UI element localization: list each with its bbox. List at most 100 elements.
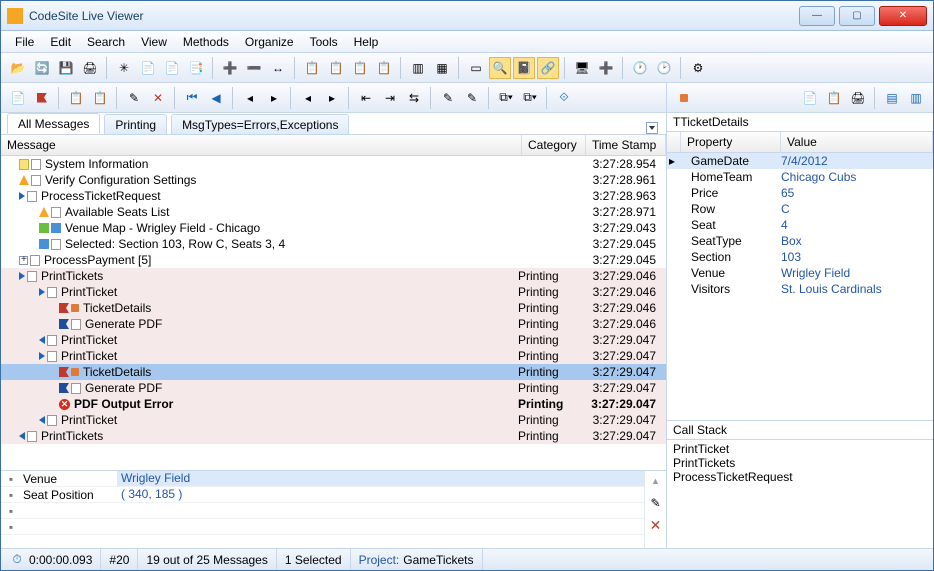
tree-icon-3[interactable]: ⇆ [403, 87, 425, 109]
tab-1[interactable]: Printing [104, 114, 167, 134]
monitor-icon[interactable]: 🖥 [571, 57, 593, 79]
menu-item-organize[interactable]: Organize [237, 33, 302, 51]
col-header-property[interactable]: Property [681, 132, 781, 152]
property-row[interactable]: ▸GameDate7/4/2012 [667, 153, 933, 169]
nav-icon-2[interactable]: ▸ [263, 87, 285, 109]
link-icon[interactable]: 🔗 [537, 57, 559, 79]
property-row[interactable]: HomeTeamChicago Cubs [667, 169, 933, 185]
message-row[interactable]: Generate PDFPrinting3:27:29.046 [1, 316, 666, 332]
open-icon[interactable]: 📂 [7, 57, 29, 79]
property-row[interactable]: VenueWrigley Field [667, 265, 933, 281]
callstack-item[interactable]: ProcessTicketRequest [673, 470, 927, 484]
copy-icon[interactable]: 📋 [65, 87, 87, 109]
message-row[interactable]: ProcessTicketRequest3:27:28.963 [1, 188, 666, 204]
col-header-message[interactable]: Message [1, 135, 522, 155]
maximize-button[interactable]: ▢ [839, 6, 875, 26]
copy-all-icon[interactable]: 📋 [89, 87, 111, 109]
message-row[interactable]: PrintTicketsPrinting3:27:29.046 [1, 268, 666, 284]
minimize-button[interactable]: — [799, 6, 835, 26]
col-header-value[interactable]: Value [781, 132, 933, 152]
message-row[interactable]: Available Seats List3:27:28.971 [1, 204, 666, 220]
tree-icon-2[interactable]: ⇥ [379, 87, 401, 109]
grid-value[interactable]: ( 340, 185 ) [117, 487, 644, 503]
mark-icon-2[interactable]: ✎ [461, 87, 483, 109]
tool-icon-2[interactable]: 📄 [137, 57, 159, 79]
callstack-body[interactable]: PrintTicketPrintTicketsProcessTicketRequ… [667, 440, 933, 548]
tool-icon-9[interactable]: 📋 [325, 57, 347, 79]
message-row[interactable]: PrintTicketsPrinting3:27:29.047 [1, 428, 666, 444]
details-print-icon[interactable]: 🖨 [847, 87, 869, 109]
message-row[interactable]: Verify Configuration Settings3:27:28.961 [1, 172, 666, 188]
tool-icon-4[interactable]: 📑 [185, 57, 207, 79]
menu-item-view[interactable]: View [133, 33, 175, 51]
tool-icon-7[interactable]: ↔ [267, 57, 289, 79]
tool-icon-6[interactable]: ➖ [243, 57, 265, 79]
tool-icon-1[interactable]: ✳ [113, 57, 135, 79]
property-row[interactable]: Seat4 [667, 217, 933, 233]
filter-icon-1[interactable]: ⧉▾ [495, 87, 517, 109]
message-row[interactable]: PDF Output ErrorPrinting3:27:29.047 [1, 396, 666, 412]
prev-icon[interactable]: ◀ [205, 87, 227, 109]
new-tab-icon[interactable]: 📄 [7, 87, 29, 109]
property-list[interactable]: ▸GameDate7/4/2012HomeTeamChicago CubsPri… [667, 153, 933, 420]
message-row[interactable]: PrintTicketPrinting3:27:29.046 [1, 284, 666, 300]
inspector-edit-icon[interactable]: ✎ [648, 495, 664, 511]
mark-icon-1[interactable]: ✎ [437, 87, 459, 109]
scroll-up-icon[interactable]: ▲ [648, 473, 664, 489]
tab-0[interactable]: All Messages [7, 113, 100, 134]
message-row[interactable]: PrintTicketPrinting3:27:29.047 [1, 332, 666, 348]
message-list[interactable]: System Information3:27:28.954Verify Conf… [1, 156, 666, 470]
menu-item-search[interactable]: Search [79, 33, 133, 51]
grid-value[interactable]: Wrigley Field [117, 471, 644, 487]
tree-icon-1[interactable]: ⇤ [355, 87, 377, 109]
refresh-icon[interactable]: 🔄 [31, 57, 53, 79]
property-row[interactable]: SeatTypeBox [667, 233, 933, 249]
time-icon-1[interactable]: 🕐 [629, 57, 651, 79]
menu-item-help[interactable]: Help [346, 33, 387, 51]
menu-item-methods[interactable]: Methods [175, 33, 237, 51]
details-layout2-icon[interactable]: ▥ [905, 87, 927, 109]
tool-icon-5[interactable]: ➕ [219, 57, 241, 79]
menu-item-file[interactable]: File [7, 33, 42, 51]
tool-icon-3[interactable]: 📄 [161, 57, 183, 79]
message-row[interactable]: Venue Map - Wrigley Field - Chicago3:27:… [1, 220, 666, 236]
nav-icon-4[interactable]: ▸ [321, 87, 343, 109]
property-row[interactable]: VisitorsSt. Louis Cardinals [667, 281, 933, 297]
grid-icon[interactable]: ▦ [431, 57, 453, 79]
nav-icon-1[interactable]: ◂ [239, 87, 261, 109]
message-row[interactable]: System Information3:27:28.954 [1, 156, 666, 172]
red-flag-icon[interactable] [31, 87, 53, 109]
panel-icon[interactable]: ▭ [465, 57, 487, 79]
details-copy-icon[interactable]: 📄 [799, 87, 821, 109]
message-row[interactable]: PrintTicketPrinting3:27:29.047 [1, 412, 666, 428]
callstack-item[interactable]: PrintTicket [673, 442, 927, 456]
columns-icon[interactable]: ▥ [407, 57, 429, 79]
delete-icon[interactable]: ✕ [147, 87, 169, 109]
tab-2[interactable]: MsgTypes=Errors,Exceptions [171, 114, 349, 134]
tool-icon-8[interactable]: 📋 [301, 57, 323, 79]
code-icon[interactable]: ⟐ [553, 87, 575, 109]
filter-icon-2[interactable]: ⧉▾ [519, 87, 541, 109]
col-header-timestamp[interactable]: Time Stamp [586, 135, 666, 155]
time-icon-2[interactable]: 🕑 [653, 57, 675, 79]
nav-icon-3[interactable]: ◂ [297, 87, 319, 109]
edit-icon[interactable]: ✎ [123, 87, 145, 109]
message-row[interactable]: Selected: Section 103, Row C, Seats 3, 4… [1, 236, 666, 252]
details-pin-icon[interactable] [673, 87, 695, 109]
menu-item-edit[interactable]: Edit [42, 33, 79, 51]
details-layout1-icon[interactable]: ▤ [881, 87, 903, 109]
tabs-dropdown-icon[interactable] [646, 122, 658, 134]
close-button[interactable]: ✕ [879, 6, 927, 26]
note-icon[interactable]: 📓 [513, 57, 535, 79]
save-icon[interactable]: 💾 [55, 57, 77, 79]
settings-icon[interactable]: ⚙ [687, 57, 709, 79]
property-row[interactable]: Price65 [667, 185, 933, 201]
search-icon[interactable]: 🔍 [489, 57, 511, 79]
callstack-item[interactable]: PrintTickets [673, 456, 927, 470]
message-row[interactable]: Generate PDFPrinting3:27:29.047 [1, 380, 666, 396]
message-row[interactable]: ProcessPayment [5]3:27:29.045 [1, 252, 666, 268]
menu-item-tools[interactable]: Tools [302, 33, 346, 51]
print-icon[interactable]: 🖨 [79, 57, 101, 79]
tool-icon-11[interactable]: 📋 [373, 57, 395, 79]
message-row[interactable]: PrintTicketPrinting3:27:29.047 [1, 348, 666, 364]
